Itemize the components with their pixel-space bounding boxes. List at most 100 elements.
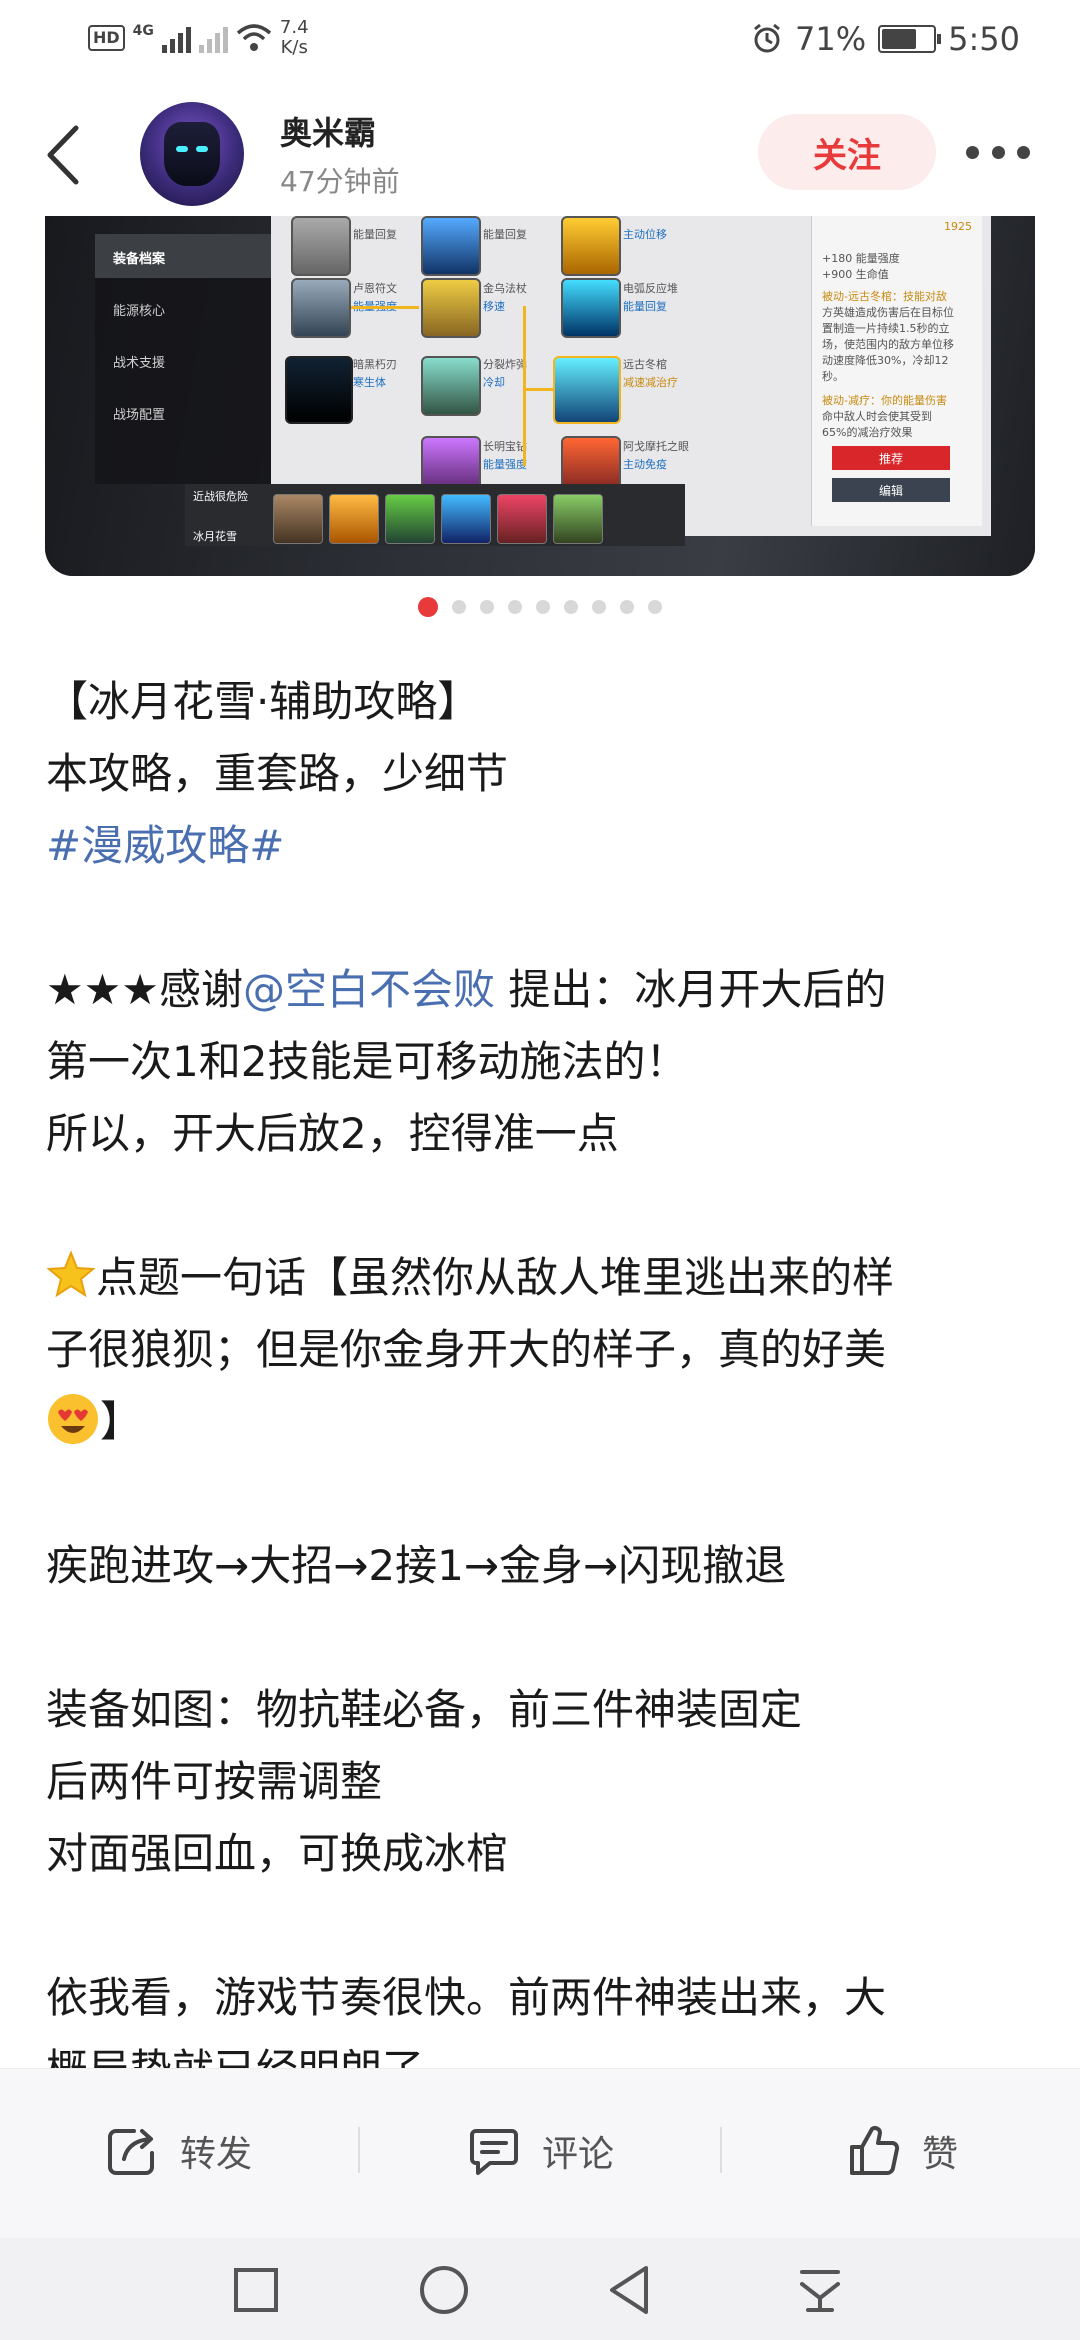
net-speed: 7.4 K/s <box>280 18 309 58</box>
tree-connector <box>351 306 419 309</box>
equip-stat: 移速 <box>483 300 505 313</box>
equip-stat: 主动免疫 <box>623 458 667 471</box>
post-time: 47分钟前 <box>280 165 400 198</box>
carousel-dot[interactable] <box>620 600 634 614</box>
avatar[interactable] <box>140 102 244 206</box>
equip-description: 1925 +180 能量强度 +900 生命值 被动-远古冬棺：技能对敌 方英雄… <box>811 216 982 526</box>
circle-icon[interactable] <box>414 2260 474 2320</box>
desc-line: +900 生命值 <box>822 268 889 281</box>
share-icon <box>108 2129 154 2175</box>
game-menu-item: 战场配置 <box>113 408 166 423</box>
follow-button[interactable]: 关注 <box>758 114 936 190</box>
carousel-dot[interactable] <box>564 600 578 614</box>
desc-line: 被动-远古冬棺：技能对敌 <box>822 290 947 303</box>
battery-percent: 71% <box>795 20 867 58</box>
equip-name: 远古冬棺 <box>623 358 667 371</box>
battery-fill <box>882 29 917 49</box>
signal-secondary-icon <box>198 23 228 53</box>
equip-stat: 减速减治疗 <box>623 376 678 389</box>
post-content: 【冰月花雪·辅助攻略】 本攻略，重套路，少细节 #漫威攻略# ★★★感谢@空白不… <box>46 666 1046 2106</box>
equip-stat: 能量回复 <box>353 228 397 241</box>
desc-line: 场，使范围内的敌方单位移 <box>822 338 954 351</box>
equip-item-icon <box>421 278 481 338</box>
post-image[interactable]: 装备档案 能源核心 战术支援 战场配置 能量回复 卢恩符文 能量强度 暗黑朽刃 … <box>45 216 1035 576</box>
loadout-slot <box>385 494 435 544</box>
square-icon[interactable] <box>226 2260 286 2320</box>
desc-line: 被动-减疗：你的能量伤害 <box>822 394 947 407</box>
post-line: 对面强回血，可换成冰棺 <box>46 1829 509 1878</box>
equip-item-icon <box>291 216 351 276</box>
game-menu-item: 能源核心 <box>113 304 166 319</box>
desc-line: 置制造一片持续1.5秒的立 <box>822 322 950 335</box>
status-left: HD 4G 7.4 K/s <box>88 18 309 58</box>
equip-name: 电弧反应堆 <box>623 282 678 295</box>
like-label: 赞 <box>922 2134 959 2175</box>
equip-item-icon <box>561 278 621 338</box>
hashtag-link[interactable]: #漫威攻略# <box>46 810 1046 882</box>
equip-name: 分裂炸弹 <box>483 358 527 371</box>
triangle-back-icon[interactable] <box>600 2260 660 2320</box>
quote-end: 】 <box>100 1397 143 1446</box>
clock: 5:50 <box>948 20 1020 58</box>
equip-stat: 能量回复 <box>623 300 667 313</box>
desc-line: 65%的减治疗效果 <box>822 426 913 439</box>
desc-line: +180 能量强度 <box>822 252 900 265</box>
equip-stat: 能量回复 <box>483 228 527 241</box>
carousel-dot[interactable] <box>452 600 466 614</box>
mention-link[interactable]: @空白不会败 <box>243 965 495 1014</box>
post-line: 所以，开大后放2，控得准一点 <box>46 1109 619 1158</box>
divider <box>720 2127 722 2173</box>
equip-item-icon <box>553 356 621 424</box>
system-nav-bar <box>0 2238 1080 2340</box>
username[interactable]: 奥米霸 <box>280 108 376 154</box>
equip-name: 长明宝钻 <box>483 440 527 453</box>
divider <box>358 2127 360 2173</box>
game-menu: 装备档案 能源核心 战术支援 战场配置 <box>95 234 279 484</box>
quote-line: 点题一句话【虽然你从敌人堆里逃出来的样 <box>96 1253 895 1302</box>
desc-line: 方英雄造成伤害后在目标位 <box>822 306 954 319</box>
post-line: 子很狼狈；但是你金身开大的样子，真的好美 <box>46 1325 887 1374</box>
equip-item-icon <box>421 356 481 416</box>
more-icon[interactable] <box>966 146 1030 160</box>
carousel-dot[interactable] <box>418 597 438 617</box>
equip-name: 金乌法杖 <box>483 282 527 295</box>
game-menu-item: 装备档案 <box>113 252 166 267</box>
equip-item-icon <box>561 216 621 276</box>
carousel-dot[interactable] <box>592 600 606 614</box>
status-right: 71% 5:50 <box>751 20 1020 58</box>
hero-label: 近战很危险 <box>193 490 248 503</box>
signal-icon <box>161 23 191 53</box>
post-line: 依我看，游戏节奏很快。前两件神装出来，大 <box>46 1973 887 2022</box>
equip-item-icon <box>291 278 351 338</box>
pull-down-icon[interactable] <box>790 2260 850 2320</box>
loadout-slot <box>441 494 491 544</box>
like-button[interactable]: 赞 <box>846 2119 958 2183</box>
net-speed-value: 7.4 <box>279 17 309 38</box>
carousel-dot[interactable] <box>648 600 662 614</box>
carousel-indicator <box>0 597 1080 617</box>
tree-connector <box>523 306 526 466</box>
post-header: 奥米霸 47分钟前 关注 <box>0 88 1080 218</box>
desc-line: 秒。 <box>822 370 844 383</box>
desc-line: 命中敌人时会使其受到 <box>822 410 932 423</box>
carousel-dot[interactable] <box>536 600 550 614</box>
tree-connector <box>523 388 553 391</box>
alarm-icon <box>754 23 780 53</box>
carousel-dot[interactable] <box>480 600 494 614</box>
back-arrow-icon[interactable] <box>40 120 90 190</box>
share-button[interactable]: 转发 <box>104 2119 252 2183</box>
status-bar: HD 4G 7.4 K/s 71% 5:50 <box>0 0 1080 80</box>
equip-stat: 冷却 <box>483 376 505 389</box>
thanks-prefix: ★★★感谢 <box>46 965 243 1014</box>
comment-button[interactable]: 评论 <box>466 2119 614 2183</box>
carousel-dot[interactable] <box>508 600 522 614</box>
star-emoji-icon <box>46 1250 96 1298</box>
equip-loadout-bar: 近战很危险 冰月花雪 <box>185 484 685 546</box>
net-speed-unit: K/s <box>280 37 308 58</box>
edit-button: 编辑 <box>832 478 950 502</box>
thumbs-up-icon <box>850 2126 900 2175</box>
post-line: 疾跑进攻→大招→2接1→金身→闪现撤退 <box>46 1541 787 1590</box>
post-line: 】 <box>46 1386 1046 1458</box>
loadout-slot <box>329 494 379 544</box>
equip-name: 卢恩符文 <box>353 282 397 295</box>
